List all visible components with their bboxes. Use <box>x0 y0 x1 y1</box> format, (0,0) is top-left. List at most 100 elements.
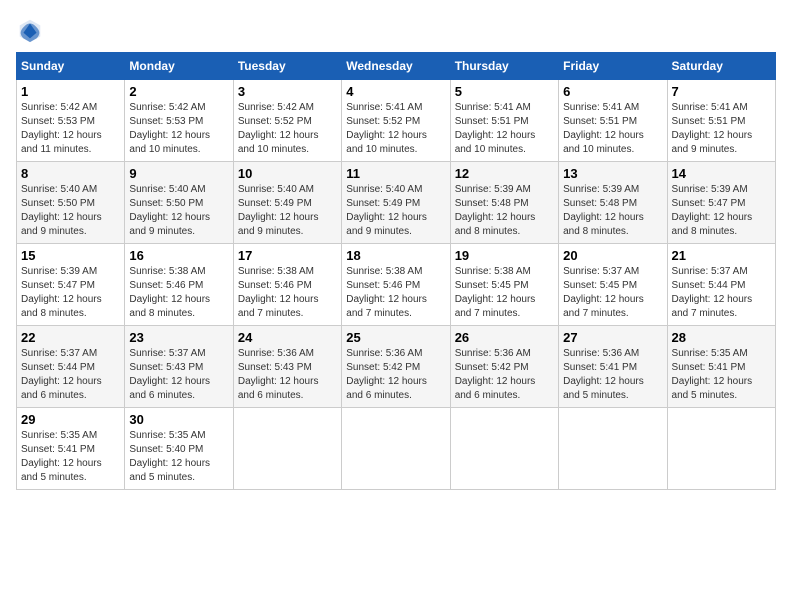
day-info: Sunrise: 5:35 AMSunset: 5:41 PMDaylight:… <box>672 347 771 403</box>
day-number: 9 <box>129 166 228 181</box>
calendar-day-30: 30 Sunrise: 5:35 AMSunset: 5:40 PMDayligh… <box>125 408 233 490</box>
day-info: Sunrise: 5:42 AMSunset: 5:53 PMDaylight:… <box>21 101 120 157</box>
calendar-day-23: 23 Sunrise: 5:37 AMSunset: 5:43 PMDayligh… <box>125 326 233 408</box>
weekday-header-monday: Monday <box>125 53 233 80</box>
calendar-day-27: 27Sunrise: 5:36 AMSunset: 5:41 PMDayligh… <box>559 326 667 408</box>
weekday-header-wednesday: Wednesday <box>342 53 450 80</box>
day-info: Sunrise: 5:41 AMSunset: 5:51 PMDaylight:… <box>563 101 662 157</box>
calendar-day-16: 16 Sunrise: 5:38 AMSunset: 5:46 PMDayligh… <box>125 244 233 326</box>
empty-cell <box>559 408 667 490</box>
calendar-week-4: 22 Sunrise: 5:37 AMSunset: 5:44 PMDayligh… <box>17 326 776 408</box>
calendar-day-22: 22 Sunrise: 5:37 AMSunset: 5:44 PMDayligh… <box>17 326 125 408</box>
day-number: 29 <box>21 412 120 427</box>
day-number: 28 <box>672 330 771 345</box>
day-number: 10 <box>238 166 337 181</box>
calendar-day-26: 26Sunrise: 5:36 AMSunset: 5:42 PMDayligh… <box>450 326 558 408</box>
day-number: 4 <box>346 84 445 99</box>
calendar-day-20: 20 Sunrise: 5:37 AMSunset: 5:45 PMDayligh… <box>559 244 667 326</box>
weekday-header-row: SundayMondayTuesdayWednesdayThursdayFrid… <box>17 53 776 80</box>
weekday-header-sunday: Sunday <box>17 53 125 80</box>
day-info: Sunrise: 5:37 AMSunset: 5:44 PMDaylight:… <box>672 265 771 321</box>
day-number: 13 <box>563 166 662 181</box>
empty-cell <box>342 408 450 490</box>
day-number: 12 <box>455 166 554 181</box>
day-info: Sunrise: 5:35 AMSunset: 5:41 PMDaylight:… <box>21 429 120 485</box>
calendar-day-15: 15 Sunrise: 5:39 AMSunset: 5:47 PMDayligh… <box>17 244 125 326</box>
day-number: 6 <box>563 84 662 99</box>
logo <box>16 16 48 44</box>
empty-cell <box>450 408 558 490</box>
day-info: Sunrise: 5:37 AMSunset: 5:45 PMDaylight:… <box>563 265 662 321</box>
day-info: Sunrise: 5:40 AMSunset: 5:49 PMDaylight:… <box>238 183 337 239</box>
empty-cell <box>667 408 775 490</box>
header <box>16 16 776 44</box>
calendar-day-12: 12 Sunrise: 5:39 AMSunset: 5:48 PMDayligh… <box>450 162 558 244</box>
day-number: 22 <box>21 330 120 345</box>
day-info: Sunrise: 5:41 AMSunset: 5:52 PMDaylight:… <box>346 101 445 157</box>
day-info: Sunrise: 5:37 AMSunset: 5:44 PMDaylight:… <box>21 347 120 403</box>
day-info: Sunrise: 5:42 AMSunset: 5:52 PMDaylight:… <box>238 101 337 157</box>
day-info: Sunrise: 5:38 AMSunset: 5:46 PMDaylight:… <box>238 265 337 321</box>
calendar-day-21: 21 Sunrise: 5:37 AMSunset: 5:44 PMDayligh… <box>667 244 775 326</box>
calendar-day-5: 5Sunrise: 5:41 AMSunset: 5:51 PMDaylight… <box>450 80 558 162</box>
day-number: 20 <box>563 248 662 263</box>
weekday-header-saturday: Saturday <box>667 53 775 80</box>
weekday-header-thursday: Thursday <box>450 53 558 80</box>
day-number: 2 <box>129 84 228 99</box>
calendar-day-24: 24 Sunrise: 5:36 AMSunset: 5:43 PMDayligh… <box>233 326 341 408</box>
day-info: Sunrise: 5:36 AMSunset: 5:42 PMDaylight:… <box>346 347 445 403</box>
day-info: Sunrise: 5:39 AMSunset: 5:48 PMDaylight:… <box>455 183 554 239</box>
calendar-day-2: 2 Sunrise: 5:42 AMSunset: 5:53 PMDaylight… <box>125 80 233 162</box>
calendar-day-17: 17 Sunrise: 5:38 AMSunset: 5:46 PMDayligh… <box>233 244 341 326</box>
day-number: 17 <box>238 248 337 263</box>
calendar-day-1: 1 Sunrise: 5:42 AMSunset: 5:53 PMDaylight… <box>17 80 125 162</box>
day-info: Sunrise: 5:40 AMSunset: 5:49 PMDaylight:… <box>346 183 445 239</box>
calendar-day-9: 9 Sunrise: 5:40 AMSunset: 5:50 PMDaylight… <box>125 162 233 244</box>
day-number: 3 <box>238 84 337 99</box>
day-number: 30 <box>129 412 228 427</box>
day-info: Sunrise: 5:38 AMSunset: 5:45 PMDaylight:… <box>455 265 554 321</box>
day-number: 26 <box>455 330 554 345</box>
day-info: Sunrise: 5:41 AMSunset: 5:51 PMDaylight:… <box>672 101 771 157</box>
calendar-day-14: 14Sunrise: 5:39 AMSunset: 5:47 PMDayligh… <box>667 162 775 244</box>
calendar-day-13: 13Sunrise: 5:39 AMSunset: 5:48 PMDayligh… <box>559 162 667 244</box>
calendar-day-19: 19 Sunrise: 5:38 AMSunset: 5:45 PMDayligh… <box>450 244 558 326</box>
calendar-day-28: 28 Sunrise: 5:35 AMSunset: 5:41 PMDayligh… <box>667 326 775 408</box>
day-info: Sunrise: 5:37 AMSunset: 5:43 PMDaylight:… <box>129 347 228 403</box>
day-number: 15 <box>21 248 120 263</box>
day-number: 16 <box>129 248 228 263</box>
calendar-week-2: 8 Sunrise: 5:40 AMSunset: 5:50 PMDaylight… <box>17 162 776 244</box>
day-number: 8 <box>21 166 120 181</box>
day-info: Sunrise: 5:42 AMSunset: 5:53 PMDaylight:… <box>129 101 228 157</box>
weekday-header-friday: Friday <box>559 53 667 80</box>
calendar-day-29: 29 Sunrise: 5:35 AMSunset: 5:41 PMDayligh… <box>17 408 125 490</box>
day-info: Sunrise: 5:39 AMSunset: 5:47 PMDaylight:… <box>21 265 120 321</box>
empty-cell <box>233 408 341 490</box>
calendar-week-5: 29 Sunrise: 5:35 AMSunset: 5:41 PMDayligh… <box>17 408 776 490</box>
day-info: Sunrise: 5:36 AMSunset: 5:41 PMDaylight:… <box>563 347 662 403</box>
day-number: 25 <box>346 330 445 345</box>
day-info: Sunrise: 5:38 AMSunset: 5:46 PMDaylight:… <box>346 265 445 321</box>
day-number: 24 <box>238 330 337 345</box>
day-number: 11 <box>346 166 445 181</box>
calendar-week-3: 15 Sunrise: 5:39 AMSunset: 5:47 PMDayligh… <box>17 244 776 326</box>
day-number: 23 <box>129 330 228 345</box>
day-number: 7 <box>672 84 771 99</box>
calendar-day-8: 8 Sunrise: 5:40 AMSunset: 5:50 PMDaylight… <box>17 162 125 244</box>
day-number: 21 <box>672 248 771 263</box>
day-info: Sunrise: 5:35 AMSunset: 5:40 PMDaylight:… <box>129 429 228 485</box>
day-info: Sunrise: 5:40 AMSunset: 5:50 PMDaylight:… <box>21 183 120 239</box>
day-info: Sunrise: 5:36 AMSunset: 5:43 PMDaylight:… <box>238 347 337 403</box>
calendar-week-1: 1 Sunrise: 5:42 AMSunset: 5:53 PMDaylight… <box>17 80 776 162</box>
calendar-day-7: 7 Sunrise: 5:41 AMSunset: 5:51 PMDaylight… <box>667 80 775 162</box>
day-number: 18 <box>346 248 445 263</box>
weekday-header-tuesday: Tuesday <box>233 53 341 80</box>
day-number: 19 <box>455 248 554 263</box>
calendar-day-3: 3 Sunrise: 5:42 AMSunset: 5:52 PMDaylight… <box>233 80 341 162</box>
day-number: 1 <box>21 84 120 99</box>
day-info: Sunrise: 5:40 AMSunset: 5:50 PMDaylight:… <box>129 183 228 239</box>
day-number: 14 <box>672 166 771 181</box>
calendar-day-25: 25 Sunrise: 5:36 AMSunset: 5:42 PMDayligh… <box>342 326 450 408</box>
day-info: Sunrise: 5:38 AMSunset: 5:46 PMDaylight:… <box>129 265 228 321</box>
calendar-table: SundayMondayTuesdayWednesdayThursdayFrid… <box>16 52 776 490</box>
